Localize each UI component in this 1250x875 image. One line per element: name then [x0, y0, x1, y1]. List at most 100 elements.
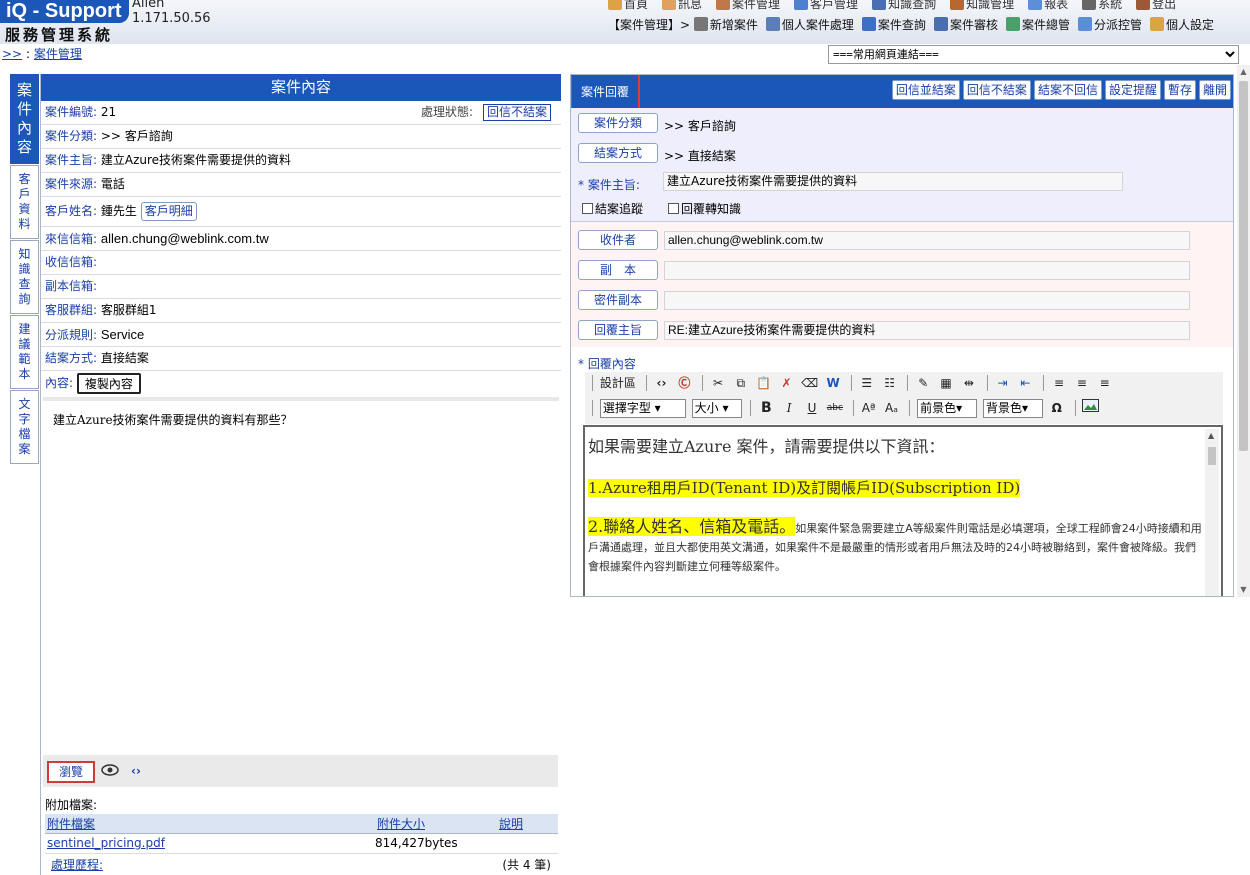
page-scrollbar[interactable]: ▲ ▼ [1237, 65, 1250, 597]
editor-scroll-up-icon[interactable]: ▲ [1208, 431, 1214, 440]
word-paste-icon[interactable]: W [825, 373, 841, 393]
knowledge-checkbox-label: 回覆轉知識 [681, 202, 742, 216]
reply-content-editor[interactable]: 如果需要建立Azure 案件，請需要提供以下資訊： 1.Azure租用戶ID(T… [583, 425, 1223, 596]
font-size-select[interactable]: 大小 ▾ [691, 398, 742, 418]
main-menu-item[interactable]: 首頁 [608, 0, 648, 11]
reply-action-button[interactable]: 結案不回信 [1033, 80, 1102, 100]
editor-body[interactable]: 如果需要建立Azure 案件，請需要提供以下資訊： 1.Azure租用戶ID(T… [588, 433, 1202, 590]
editor-scroll-thumb[interactable] [1208, 447, 1216, 465]
scroll-down-icon[interactable]: ▼ [1239, 585, 1248, 595]
bcc-button[interactable]: 密件副本 [578, 290, 658, 310]
side-tab[interactable]: 建議範本 [10, 315, 39, 389]
font-family-select[interactable]: 選擇字型 ▾ [599, 398, 686, 418]
paste-icon[interactable]: 📋 [756, 373, 772, 393]
reply-action-button[interactable]: 回信並結案 [891, 80, 960, 100]
bcc-input[interactable] [664, 291, 1190, 310]
side-tab[interactable]: 知識查詢 [10, 240, 39, 314]
design-mode-button[interactable]: 設計區 [600, 373, 636, 393]
app-logo[interactable]: iQ - Support [0, 0, 129, 23]
tab-case-reply[interactable]: 案件回覆 [571, 75, 640, 111]
status-badge: 回信不結案 [483, 104, 552, 121]
strikethrough-icon[interactable]: abc [827, 398, 843, 418]
editor-scrollbar[interactable]: ▲ [1205, 429, 1219, 596]
eye-icon[interactable] [101, 764, 119, 776]
align-center-icon[interactable]: ≡ [1074, 373, 1090, 393]
align-right-icon[interactable]: ≡ [1097, 373, 1113, 393]
attach-col-note[interactable]: 說明 [497, 814, 558, 834]
breadcrumb-case-link[interactable]: 案件管理 [34, 47, 82, 61]
side-tab[interactable]: 案件內容 [10, 74, 39, 164]
reply-action-button[interactable]: 暫存 [1163, 80, 1196, 100]
table-icon[interactable]: ▦ [938, 373, 954, 393]
clean-word-icon[interactable]: Ⓒ [676, 373, 692, 393]
ordered-list-icon[interactable]: ☰ [859, 373, 875, 393]
bullet-list-icon[interactable]: ☷ [882, 373, 898, 393]
reply-subject-input[interactable]: RE:建立Azure技術案件需要提供的資料 [664, 321, 1190, 340]
cc-button[interactable]: 副 本 [578, 260, 658, 280]
category-label: 案件分類: [45, 129, 98, 143]
source-code-icon[interactable]: ‹› [654, 373, 670, 393]
main-menu-item[interactable]: 系統 [1082, 0, 1122, 11]
side-tab[interactable]: 文字檔案 [10, 390, 39, 464]
browse-button[interactable]: 瀏覽 [47, 761, 95, 783]
background-color-select[interactable]: 背景色▾ [982, 398, 1043, 418]
special-char-icon[interactable]: Ω [1049, 398, 1065, 418]
common-links-select[interactable]: ===常用網頁連結=== [828, 45, 1239, 64]
attach-col-size[interactable]: 附件大小 [375, 814, 497, 834]
cut-icon[interactable]: ✂ [710, 373, 726, 393]
foreground-color-select[interactable]: 前景色▾ [917, 398, 978, 418]
main-menu-item[interactable]: 登出 [1136, 0, 1176, 11]
delete-icon[interactable]: ✗ [778, 373, 794, 393]
code-view-icon[interactable]: ‹› [131, 764, 141, 778]
subscript-icon[interactable]: Aₐ [883, 398, 899, 418]
case-menu-item[interactable]: 個人案件處理 [765, 16, 854, 33]
cc-input[interactable] [664, 261, 1190, 280]
attachment-file-link[interactable]: sentinel_pricing.pdf [47, 836, 165, 850]
case-menu-item[interactable]: 案件總管 [1005, 16, 1070, 33]
case-menu-item[interactable]: 個人設定 [1149, 16, 1214, 33]
main-menu-item[interactable]: 知識查詢 [872, 0, 936, 11]
bold-icon[interactable]: B [758, 398, 774, 418]
side-tab[interactable]: 客戶資料 [10, 165, 39, 239]
main-menu-item[interactable]: 報表 [1028, 0, 1068, 11]
scroll-thumb[interactable] [1239, 81, 1248, 451]
reply-action-button[interactable]: 離開 [1198, 80, 1231, 100]
scroll-up-icon[interactable]: ▲ [1239, 67, 1248, 77]
recipient-input[interactable]: allen.chung@weblink.com.tw [664, 231, 1190, 250]
pen-icon[interactable]: ✎ [915, 373, 931, 393]
indent-icon[interactable]: ⇥ [995, 373, 1011, 393]
case-menu-item[interactable]: 案件查詢 [861, 16, 926, 33]
track-checkbox-box[interactable] [582, 203, 593, 214]
main-menu-item[interactable]: 知識管理 [950, 0, 1014, 11]
copy-icon[interactable]: ⧉ [733, 373, 749, 393]
case-menu-item[interactable]: 案件審核 [933, 16, 998, 33]
case-subject-input[interactable]: 建立Azure技術案件需要提供的資料 [663, 172, 1123, 191]
insert-image-icon[interactable] [1082, 398, 1100, 418]
eraser-icon[interactable]: ⌫ [801, 373, 818, 393]
superscript-icon[interactable]: Aª [861, 398, 877, 418]
reply-subject-button[interactable]: 回覆主旨 [578, 320, 658, 340]
close-method-button[interactable]: 結案方式 [578, 143, 658, 163]
main-menu-item[interactable]: 案件管理 [716, 0, 780, 11]
knowledge-checkbox-box[interactable] [668, 203, 679, 214]
reply-action-button[interactable]: 設定提醒 [1104, 80, 1161, 100]
case-category-button[interactable]: 案件分類 [578, 113, 658, 133]
recipient-button[interactable]: 收件者 [578, 230, 658, 250]
underline-icon[interactable]: U [804, 398, 820, 418]
case-menu-item[interactable]: 分派控管 [1077, 16, 1142, 33]
italic-icon[interactable]: I [781, 398, 797, 418]
align-left-icon[interactable]: ≡ [1051, 373, 1067, 393]
main-menu-item[interactable]: 訊息 [662, 0, 702, 11]
reply-action-button[interactable]: 回信不結案 [962, 80, 1031, 100]
track-checkbox[interactable]: 結案追蹤 [582, 200, 643, 217]
horizontal-rule-icon[interactable]: ⇹ [961, 373, 977, 393]
main-menu-item[interactable]: 客戶管理 [794, 0, 858, 11]
customer-detail-button[interactable]: 客戶明細 [140, 202, 197, 221]
copy-content-button[interactable]: 複製內容 [76, 373, 141, 394]
breadcrumb-home-link[interactable]: >> [2, 47, 22, 61]
case-menu-item[interactable]: 新增案件 [693, 16, 758, 33]
outdent-icon[interactable]: ⇤ [1017, 373, 1033, 393]
knowledge-checkbox[interactable]: 回覆轉知識 [668, 200, 741, 217]
attach-col-file[interactable]: 附件檔案 [45, 814, 375, 834]
history-link[interactable]: 處理歷程: [51, 858, 103, 872]
